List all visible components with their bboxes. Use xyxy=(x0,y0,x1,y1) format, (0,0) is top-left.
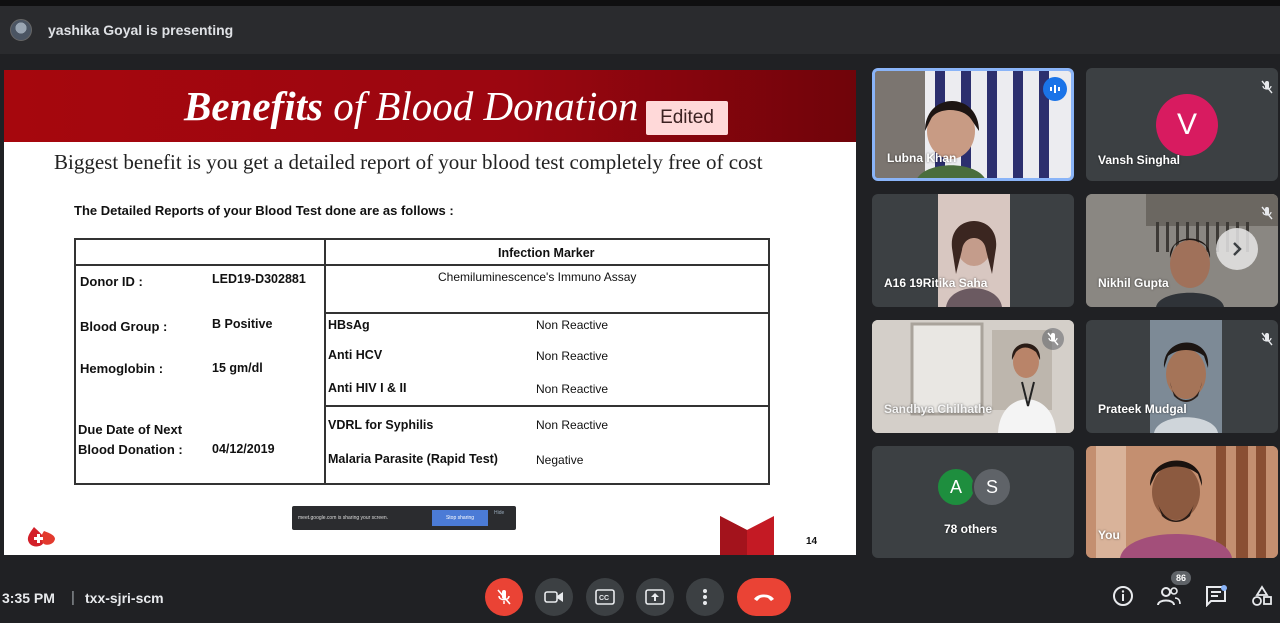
people-icon xyxy=(1157,587,1181,606)
test-result: Negative xyxy=(536,453,584,467)
hemoglobin-label: Hemoglobin : xyxy=(80,361,164,376)
assay-method: Chemiluminescence's Immuno Assay xyxy=(438,270,637,284)
slide-title-bold: Benefits xyxy=(184,83,323,129)
test-name: VDRL for Syphilis xyxy=(328,418,434,432)
next-donation-label-2: Blood Donation : xyxy=(78,442,183,457)
participant-avatar: S xyxy=(972,467,1012,507)
donor-id-label: Donor ID : xyxy=(80,274,143,289)
blood-drop-logo-icon xyxy=(27,527,55,547)
screen-share-toast: meet.google.com is sharing your screen. … xyxy=(292,506,516,530)
participant-name: Sandhya Chilhathe xyxy=(884,402,993,416)
more-options-button[interactable] xyxy=(686,578,724,616)
blood-group-value: B Positive xyxy=(212,317,273,331)
table-divider xyxy=(326,312,768,314)
more-vertical-icon xyxy=(703,589,707,605)
participant-avatar: A xyxy=(936,467,976,507)
slide-title-rest: of Blood Donation xyxy=(322,83,639,129)
participant-count-badge: 86 xyxy=(1171,571,1191,585)
next-page-button[interactable] xyxy=(1216,228,1258,270)
participant-name: Vansh Singhal xyxy=(1098,153,1181,167)
hide-toast-button[interactable]: Hide xyxy=(494,510,504,516)
others-count-label: 78 others xyxy=(944,522,998,536)
control-bar: 3:35 PM | txx-sjri-scm CC xyxy=(0,568,1280,623)
presenter-label: yashika Goyal is presenting xyxy=(48,22,234,38)
infection-marker-header: Infection Marker xyxy=(498,246,595,260)
test-result: Non Reactive xyxy=(536,318,609,332)
participant-avatar: V xyxy=(1156,94,1218,156)
participant-name: A16 19Ritika Saha xyxy=(884,276,988,290)
test-result: Non Reactive xyxy=(536,382,609,396)
people-button[interactable] xyxy=(1157,584,1181,608)
presenter-avatar xyxy=(10,19,32,41)
test-result: Non Reactive xyxy=(536,349,609,363)
mic-off-icon xyxy=(1256,328,1278,350)
donor-id-value: LED19-D302881 xyxy=(212,272,306,286)
next-donation-value: 04/12/2019 xyxy=(212,442,275,456)
video-feed xyxy=(1150,320,1222,433)
meeting-details-button[interactable] xyxy=(1111,584,1135,608)
stop-sharing-button[interactable]: Stop sharing xyxy=(432,510,488,526)
hemoglobin-value: 15 gm/dl xyxy=(212,361,263,375)
test-name: Anti HCV xyxy=(328,348,383,362)
video-camera-icon xyxy=(544,591,563,603)
others-tile[interactable]: A S 78 others xyxy=(872,446,1074,558)
self-tile[interactable]: You xyxy=(1086,446,1278,558)
video-feed xyxy=(938,194,1010,307)
chevron-right-icon xyxy=(1233,242,1242,256)
speaking-indicator-icon xyxy=(1043,77,1067,101)
table-divider xyxy=(324,240,326,483)
participant-name: Nikhil Gupta xyxy=(1098,276,1169,290)
present-screen-button[interactable] xyxy=(636,578,674,616)
blood-group-label: Blood Group : xyxy=(80,319,168,334)
toast-text: meet.google.com is sharing your screen. xyxy=(298,515,389,521)
camera-toggle-button[interactable] xyxy=(535,578,573,616)
meeting-time: 3:35 PM xyxy=(2,590,55,606)
activities-icon xyxy=(1252,585,1272,606)
mic-off-icon xyxy=(1256,202,1278,224)
mic-off-icon xyxy=(1042,328,1064,350)
meeting-separator: | xyxy=(71,589,75,606)
present-screen-icon xyxy=(645,589,665,605)
report-heading: The Detailed Reports of your Blood Test … xyxy=(74,203,454,218)
mic-toggle-button[interactable] xyxy=(485,578,523,616)
report-table: Infection Marker Chemiluminescence's Imm… xyxy=(74,238,770,485)
meeting-code: txx-sjri-scm xyxy=(85,590,164,606)
chat-icon xyxy=(1206,585,1227,607)
participant-name: Lubna Khan xyxy=(887,151,957,165)
activities-button[interactable] xyxy=(1250,584,1274,608)
presenter-bar: yashika Goyal is presenting xyxy=(0,6,1280,54)
participant-name: Prateek Mudgal xyxy=(1098,402,1187,416)
presentation-slide: Benefits of Blood Donation Edited Bigges… xyxy=(4,70,856,555)
participant-tile[interactable]: Sandhya Chilhathe xyxy=(872,320,1074,433)
chat-button[interactable] xyxy=(1204,584,1228,608)
test-name: HBsAg xyxy=(328,318,370,332)
participant-tile[interactable]: V Vansh Singhal xyxy=(1086,68,1278,181)
participant-tile[interactable]: Lubna Khan xyxy=(872,68,1074,181)
test-name: Malaria Parasite (Rapid Test) xyxy=(328,452,498,466)
closed-captions-icon: CC xyxy=(595,589,615,605)
slide-subtitle: Biggest benefit is you get a detailed re… xyxy=(54,150,763,174)
hang-up-icon xyxy=(754,594,774,601)
slide-page-number: 14 xyxy=(806,536,818,547)
svg-text:CC: CC xyxy=(599,595,609,602)
mic-off-icon xyxy=(1256,76,1278,98)
participant-name: You xyxy=(1098,528,1120,542)
captions-button[interactable]: CC xyxy=(586,578,624,616)
leave-call-button[interactable] xyxy=(737,578,791,616)
info-icon xyxy=(1113,586,1133,606)
mic-off-icon xyxy=(497,589,511,605)
participant-tile[interactable]: Prateek Mudgal xyxy=(1086,320,1278,433)
participant-tile[interactable]: A16 19Ritika Saha xyxy=(872,194,1074,307)
meet-window: yashika Goyal is presenting Benefits of … xyxy=(0,0,1280,623)
test-name: Anti HIV I & II xyxy=(328,381,407,395)
slide-title: Benefits of Blood Donation xyxy=(184,82,638,130)
next-donation-label: Due Date of Next xyxy=(78,422,183,437)
table-divider xyxy=(76,264,768,266)
test-result: Non Reactive xyxy=(536,418,609,432)
table-divider xyxy=(326,405,768,407)
book-logo-icon xyxy=(720,516,774,555)
edited-badge: Edited xyxy=(646,101,728,135)
